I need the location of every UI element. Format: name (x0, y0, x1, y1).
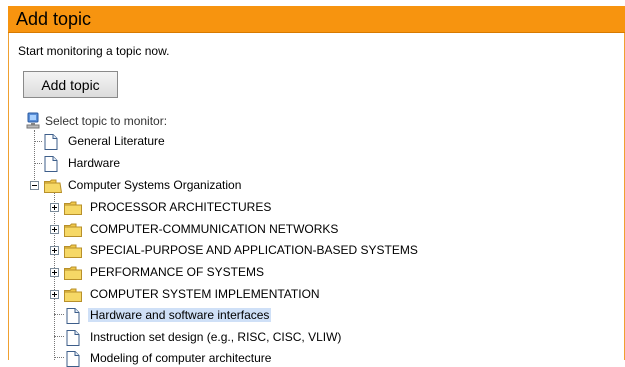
tree-item-performance-of-systems[interactable]: PERFORMANCE OF SYSTEMS (0, 263, 625, 281)
tree-item-computer-system-implementation[interactable]: COMPUTER SYSTEM IMPLEMENTATION (0, 285, 625, 303)
tree-item-special-purpose-systems[interactable]: SPECIAL-PURPOSE AND APPLICATION-BASED SY… (0, 241, 625, 259)
collapse-icon[interactable] (30, 181, 39, 190)
tree-item-label: Modeling of computer architecture (90, 351, 272, 365)
document-icon (66, 308, 80, 324)
expand-icon[interactable] (50, 203, 59, 212)
tree-item-label: COMPUTER SYSTEM IMPLEMENTATION (90, 287, 320, 301)
tree-item-hardware[interactable]: Hardware (0, 154, 625, 172)
tree-item-modeling-of-computer-architecture[interactable]: Modeling of computer architecture (0, 349, 625, 367)
tree-item-label: Hardware and software interfaces (88, 308, 272, 322)
tree-item-computer-systems-organization[interactable]: Computer Systems Organization (0, 176, 625, 194)
tree-item-instruction-set-design[interactable]: Instruction set design (e.g., RISC, CISC… (0, 328, 625, 346)
tree-item-label: Computer Systems Organization (68, 178, 242, 192)
tree-item-label: COMPUTER-COMMUNICATION NETWORKS (90, 222, 339, 236)
tree-item-general-literature[interactable]: General Literature (0, 132, 625, 150)
computer-icon (26, 112, 40, 129)
tree-item-label: PERFORMANCE OF SYSTEMS (90, 265, 265, 279)
tree-item-label: Hardware (68, 156, 121, 170)
tree-item-hardware-software-interfaces[interactable]: Hardware and software interfaces (0, 306, 625, 324)
document-icon (44, 156, 58, 172)
tree-item-label: SPECIAL-PURPOSE AND APPLICATION-BASED SY… (90, 243, 418, 257)
expand-icon[interactable] (50, 225, 59, 234)
document-icon (66, 330, 80, 346)
folder-icon (64, 244, 82, 258)
tree-item-computer-communication-networks[interactable]: COMPUTER-COMMUNICATION NETWORKS (0, 220, 625, 238)
tree-root-label: Select topic to monitor: (45, 114, 168, 128)
add-topic-button[interactable]: Add topic (23, 71, 118, 98)
document-icon (66, 351, 80, 367)
tree-item-label: General Literature (68, 134, 165, 148)
document-icon (44, 134, 58, 150)
tree-item-processor-architectures[interactable]: PROCESSOR ARCHITECTURES (0, 198, 625, 216)
panel-title: Add topic (16, 9, 92, 29)
folder-icon (64, 266, 82, 280)
folder-icon (64, 201, 82, 215)
folder-open-icon (44, 179, 62, 193)
expand-icon[interactable] (50, 246, 59, 255)
tree-item-label: Instruction set design (e.g., RISC, CISC… (90, 330, 342, 344)
folder-icon (64, 288, 82, 302)
tree-item-label: PROCESSOR ARCHITECTURES (90, 200, 272, 214)
folder-icon (64, 223, 82, 237)
panel-header: Add topic (8, 6, 625, 33)
expand-icon[interactable] (50, 268, 59, 277)
intro-text: Start monitoring a topic now. (18, 44, 170, 58)
expand-icon[interactable] (50, 290, 59, 299)
